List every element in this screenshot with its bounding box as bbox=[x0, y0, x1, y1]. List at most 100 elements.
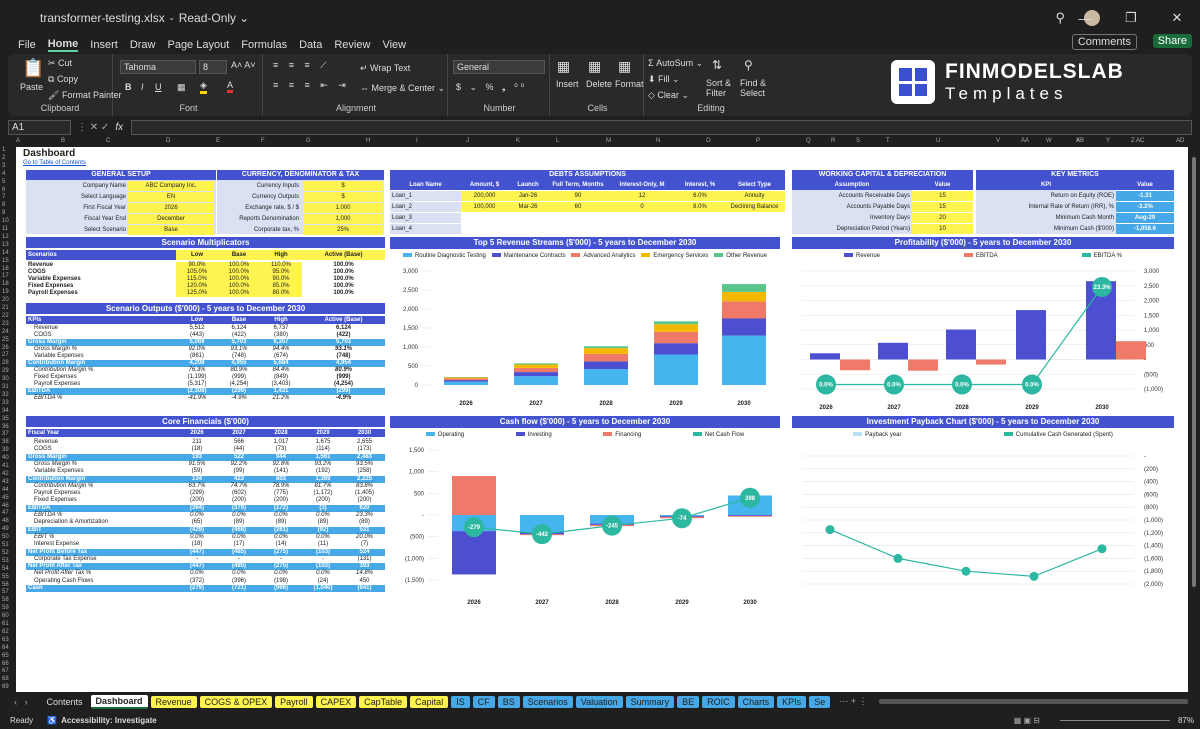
row-header[interactable]: 4 bbox=[2, 171, 5, 177]
row-header[interactable]: 57 bbox=[2, 589, 9, 595]
row-header[interactable]: 14 bbox=[2, 250, 9, 256]
find-select-icon[interactable]: ⚲ bbox=[744, 58, 753, 72]
comments-button[interactable]: Comments bbox=[1071, 34, 1137, 50]
menu-view[interactable]: View bbox=[382, 39, 406, 51]
tab-se[interactable]: Se bbox=[809, 695, 831, 708]
row-header[interactable]: 25 bbox=[2, 337, 9, 343]
find-select-button[interactable]: Find & Select bbox=[740, 78, 772, 98]
chevron-down-icon[interactable]: ⌄ bbox=[239, 11, 249, 25]
tab-roic[interactable]: ROIC bbox=[702, 695, 735, 708]
wrap-text-button[interactable]: ↵ Wrap Text bbox=[360, 63, 410, 74]
format-icon[interactable]: ▦ bbox=[618, 58, 631, 75]
column-header[interactable]: G bbox=[306, 138, 311, 144]
font-size-select[interactable]: 8 bbox=[199, 60, 227, 74]
menu-file[interactable]: File bbox=[18, 39, 36, 51]
column-header[interactable]: P bbox=[756, 138, 760, 144]
column-header[interactable]: T bbox=[886, 138, 890, 144]
row-header[interactable]: 29 bbox=[2, 368, 9, 374]
row-header[interactable]: 23 bbox=[2, 321, 9, 327]
row-header[interactable]: 9 bbox=[2, 210, 5, 216]
minimize-icon[interactable]: — bbox=[1062, 0, 1108, 36]
column-header[interactable]: Q bbox=[806, 138, 811, 144]
number-format-select[interactable]: General bbox=[453, 60, 545, 74]
fill-button[interactable]: ⬇ Fill ⌄ bbox=[648, 74, 680, 85]
name-box[interactable]: A1 bbox=[8, 119, 71, 135]
row-header[interactable]: 15 bbox=[2, 258, 9, 264]
row-header[interactable]: 20 bbox=[2, 297, 9, 303]
row-header[interactable]: 63 bbox=[2, 637, 9, 643]
row-header[interactable]: 67 bbox=[2, 668, 9, 674]
row-header[interactable]: 48 bbox=[2, 518, 9, 524]
underline-icon[interactable]: U bbox=[155, 82, 162, 92]
row-header[interactable]: 39 bbox=[2, 447, 9, 453]
row-header[interactable]: 47 bbox=[2, 510, 9, 516]
more-tabs-icon[interactable]: ⋯ + ⋮ bbox=[839, 696, 867, 707]
sort-filter-button[interactable]: Sort & Filter bbox=[706, 78, 736, 98]
merge-center-button[interactable]: ⇔ Merge & Center ⌄ bbox=[360, 83, 445, 94]
row-header[interactable]: 13 bbox=[2, 242, 9, 248]
row-header[interactable]: 37 bbox=[2, 431, 9, 437]
row-header[interactable]: 52 bbox=[2, 550, 9, 556]
font-name-select[interactable]: Tahoma bbox=[120, 60, 196, 74]
column-header[interactable]: AC bbox=[1136, 138, 1144, 144]
column-header[interactable]: AA bbox=[1021, 138, 1029, 144]
column-header[interactable]: H bbox=[366, 138, 370, 144]
tab-scroll-icons[interactable]: ‹ › bbox=[14, 697, 28, 707]
column-header[interactable]: M bbox=[606, 138, 611, 144]
toc-link[interactable]: Go to Table of Contents bbox=[23, 160, 86, 166]
borders-icon[interactable]: ▦ bbox=[177, 82, 186, 93]
row-header[interactable]: 17 bbox=[2, 273, 9, 279]
row-header[interactable]: 68 bbox=[2, 676, 9, 682]
read-only-label[interactable]: Read-Only bbox=[179, 11, 236, 25]
column-header[interactable]: V bbox=[996, 138, 1000, 144]
row-header[interactable]: 56 bbox=[2, 582, 9, 588]
worksheet-grid[interactable]: Dashboard Go to Table of Contents GENERA… bbox=[16, 147, 1188, 692]
row-header[interactable]: 42 bbox=[2, 471, 9, 477]
tab-charts[interactable]: Charts bbox=[737, 695, 775, 708]
row-header[interactable]: 51 bbox=[2, 542, 9, 548]
cancel-confirm-icons[interactable]: ⋮ ✕ ✓ bbox=[77, 122, 109, 133]
tab-bs[interactable]: BS bbox=[497, 695, 520, 708]
fill-color-icon[interactable]: ◈ bbox=[200, 80, 207, 94]
paste-button[interactable]: Paste bbox=[20, 82, 43, 92]
format-button[interactable]: Format bbox=[615, 79, 644, 89]
insert-icon[interactable]: ▦ bbox=[557, 58, 570, 75]
column-header[interactable]: S bbox=[856, 138, 860, 144]
bold-icon[interactable]: B bbox=[125, 82, 132, 92]
zoom-level[interactable]: 87% bbox=[1178, 716, 1194, 725]
row-header[interactable]: 30 bbox=[2, 376, 9, 382]
menu-draw[interactable]: Draw bbox=[130, 39, 156, 51]
row-header[interactable]: 69 bbox=[2, 684, 9, 690]
italic-icon[interactable]: I bbox=[141, 82, 144, 92]
column-header[interactable]: D bbox=[166, 138, 170, 144]
row-header[interactable]: 50 bbox=[2, 534, 9, 540]
tab-capital[interactable]: Capital bbox=[410, 695, 449, 708]
font-grow-icon[interactable]: A˄ A˅ bbox=[231, 60, 256, 70]
row-header[interactable]: 24 bbox=[2, 329, 9, 335]
row-header[interactable]: 1 bbox=[2, 147, 5, 153]
row-header[interactable]: 44 bbox=[2, 487, 9, 493]
row-header[interactable]: 11 bbox=[2, 226, 8, 232]
row-header[interactable]: 49 bbox=[2, 526, 9, 532]
sort-filter-icon[interactable]: ⇅ bbox=[712, 58, 722, 72]
close-icon[interactable]: ✕ bbox=[1154, 0, 1200, 36]
column-header[interactable]: L bbox=[556, 138, 559, 144]
row-header[interactable]: 32 bbox=[2, 392, 9, 398]
row-header[interactable]: 2 bbox=[2, 155, 5, 161]
menu-insert[interactable]: Insert bbox=[90, 39, 118, 51]
tab-summary[interactable]: Summary bbox=[625, 695, 675, 708]
row-header[interactable]: 60 bbox=[2, 613, 9, 619]
row-header[interactable]: 12 bbox=[2, 234, 9, 240]
row-header[interactable]: 10 bbox=[2, 218, 9, 224]
row-header[interactable]: 21 bbox=[2, 305, 9, 311]
row-header[interactable]: 5 bbox=[2, 179, 5, 185]
row-header[interactable]: 62 bbox=[2, 629, 9, 635]
column-header[interactable]: F bbox=[261, 138, 265, 144]
row-header[interactable]: 33 bbox=[2, 400, 9, 406]
accessibility-status[interactable]: Accessibility: Investigate bbox=[61, 716, 157, 725]
row-header[interactable]: 58 bbox=[2, 597, 9, 603]
row-header[interactable]: 35 bbox=[2, 416, 9, 422]
row-header[interactable]: 22 bbox=[2, 313, 9, 319]
column-header[interactable]: AB bbox=[1076, 138, 1084, 144]
row-header[interactable]: 64 bbox=[2, 645, 9, 651]
